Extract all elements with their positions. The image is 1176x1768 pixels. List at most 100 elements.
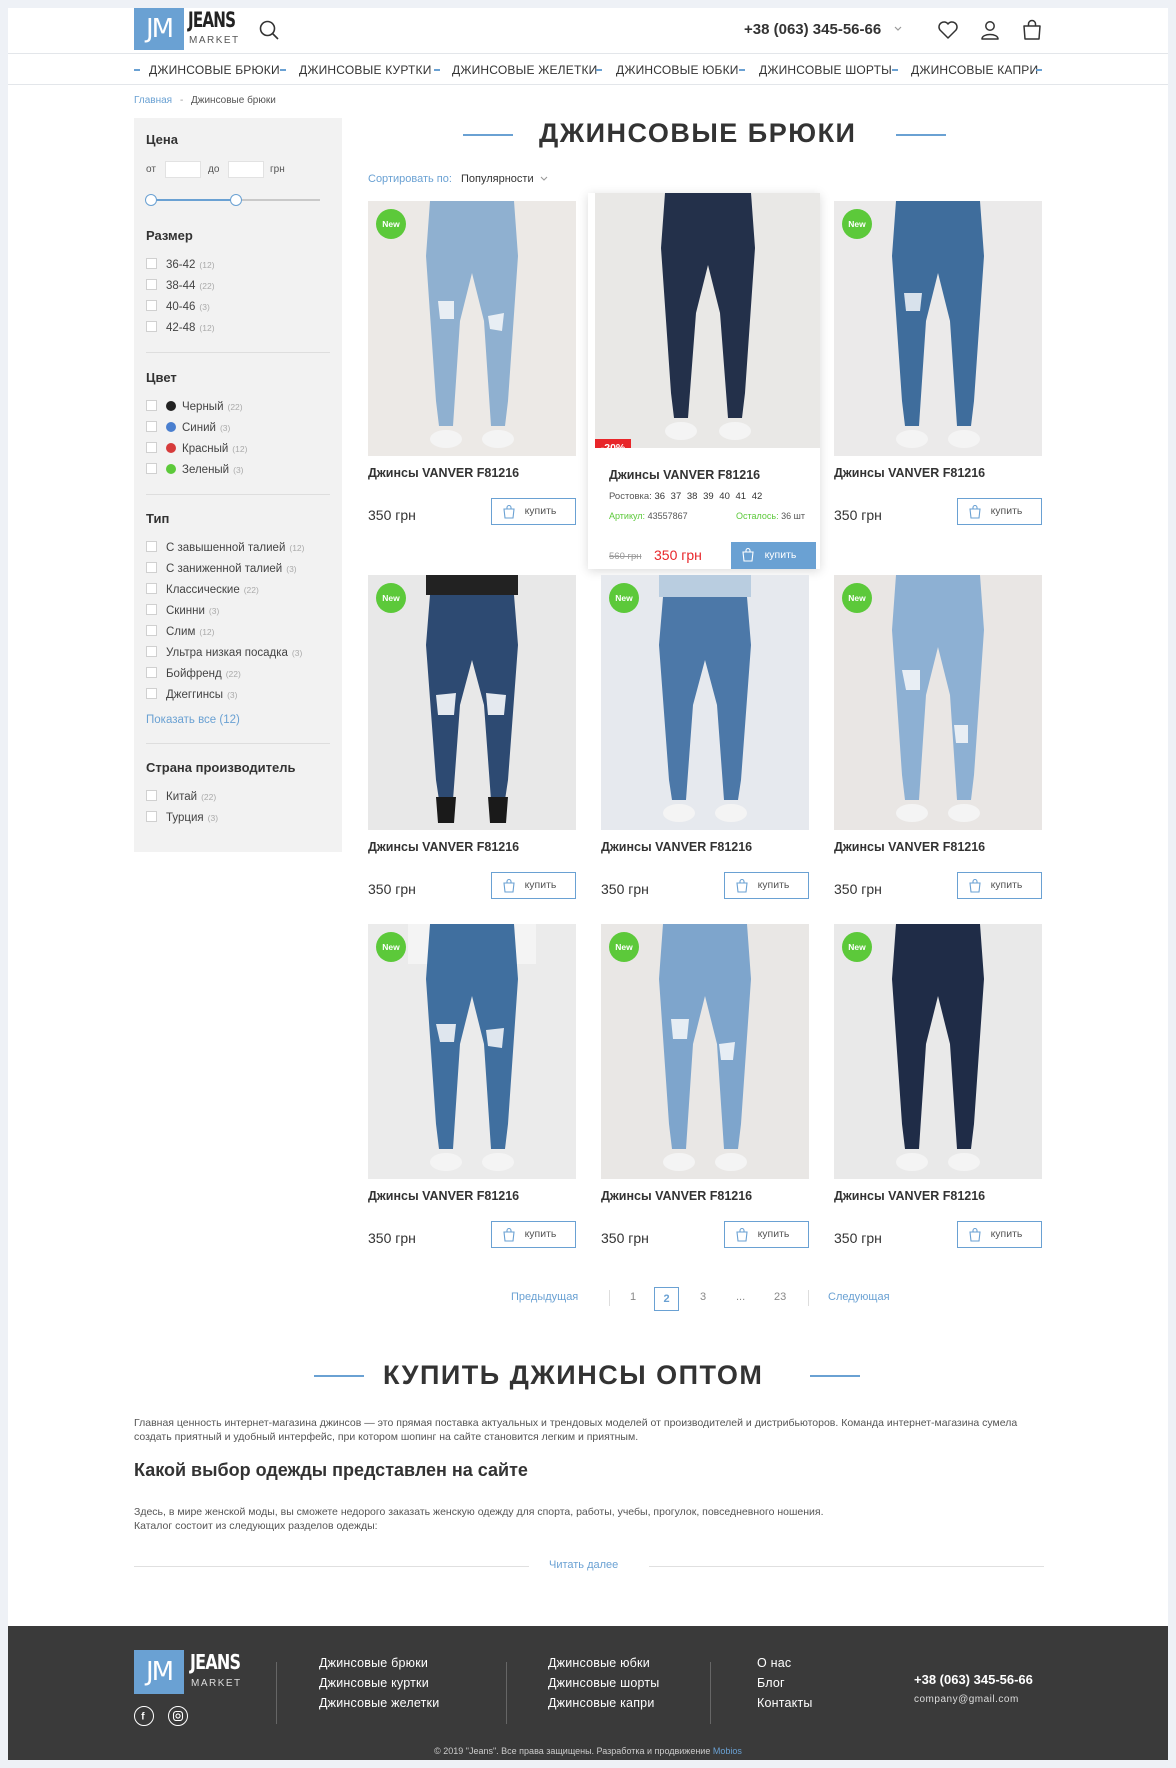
price-slider-min-handle[interactable]	[145, 194, 157, 206]
footer-link[interactable]: Контакты	[757, 1696, 813, 1710]
product-name[interactable]: Джинсы VANVER F81216	[368, 466, 519, 480]
pagination-page[interactable]: 1	[630, 1291, 636, 1303]
buy-button[interactable]: купить	[957, 872, 1042, 899]
nav-item-jackets[interactable]: ДЖИНСОВЫЕ КУРТКИ	[299, 63, 432, 77]
logo[interactable]: JM JEANS MARKET	[134, 8, 238, 50]
nav-item-skirts[interactable]: ДЖИНСОВЫЕ ЮБКИ	[616, 63, 739, 77]
pagination-page[interactable]: 23	[774, 1291, 786, 1303]
product-image[interactable]: New	[601, 924, 809, 1179]
filter-color-option[interactable]: Синий (3)	[146, 421, 230, 437]
product-name[interactable]: Джинсы VANVER F81216	[609, 468, 760, 482]
checkbox[interactable]	[146, 321, 157, 332]
filter-color-option[interactable]: Черный (22)	[146, 400, 243, 416]
filter-type-option[interactable]: Классические (22)	[146, 583, 259, 599]
product-name[interactable]: Джинсы VANVER F81216	[601, 840, 752, 854]
facebook-icon[interactable]: f	[134, 1706, 154, 1726]
chevron-down-icon[interactable]	[892, 23, 904, 35]
product-name[interactable]: Джинсы VANVER F81216	[368, 840, 519, 854]
product-card[interactable]: New Джинсы VANVER F81216 350 грн купить	[368, 575, 576, 899]
footer-link[interactable]: Джинсовые юбки	[548, 1656, 650, 1670]
product-name[interactable]: Джинсы VANVER F81216	[368, 1189, 519, 1203]
checkbox[interactable]	[146, 646, 157, 657]
product-name[interactable]: Джинсы VANVER F81216	[834, 840, 985, 854]
filter-type-option[interactable]: Джеггинсы (3)	[146, 688, 237, 704]
nav-item-pants[interactable]: ДЖИНСОВЫЕ БРЮКИ	[149, 63, 280, 77]
filter-type-option[interactable]: Бойфренд (22)	[146, 667, 241, 683]
footer-phone[interactable]: +38 (063) 345-56-66	[914, 1672, 1033, 1687]
header-phone[interactable]: +38 (063) 345-56-66	[744, 21, 881, 38]
product-image[interactable]: New	[834, 924, 1042, 1179]
nav-item-vests[interactable]: ДЖИНСОВЫЕ ЖЕЛЕТКИ	[452, 63, 598, 77]
footer-link[interactable]: О нас	[757, 1656, 791, 1670]
show-all-link[interactable]: Показать все (12)	[146, 714, 240, 726]
checkbox[interactable]	[146, 583, 157, 594]
price-to-input[interactable]	[228, 161, 264, 178]
filter-size-option[interactable]: 40-46 (3)	[146, 300, 210, 316]
filter-country-option[interactable]: Турция (3)	[146, 811, 218, 827]
footer-link[interactable]: Джинсовые куртки	[319, 1676, 429, 1690]
product-card[interactable]: New Джинсы VANVER F81216 350 грн купить	[834, 201, 1042, 525]
pagination-page[interactable]: 3	[700, 1291, 706, 1303]
filter-size-option[interactable]: 36-42 (12)	[146, 258, 215, 274]
buy-button[interactable]: купить	[491, 498, 576, 525]
footer-link[interactable]: Джинсовые брюки	[319, 1656, 428, 1670]
filter-size-option[interactable]: 38-44 (22)	[146, 279, 215, 295]
user-icon[interactable]	[978, 18, 1002, 42]
filter-color-option[interactable]: Зеленый (3)	[146, 463, 244, 479]
product-card[interactable]: New Джинсы VANVER F81216 350 грн купить	[601, 924, 809, 1248]
filter-color-option[interactable]: Красный (12)	[146, 442, 247, 458]
product-name[interactable]: Джинсы VANVER F81216	[601, 1189, 752, 1203]
filter-type-option[interactable]: С заниженной талией (3)	[146, 562, 297, 578]
product-image[interactable]: -20%	[595, 193, 820, 448]
product-name[interactable]: Джинсы VANVER F81216	[834, 1189, 985, 1203]
footer-link[interactable]: Джинсовые шорты	[548, 1676, 659, 1690]
pagination-prev[interactable]: Предыдущая	[511, 1291, 578, 1303]
checkbox[interactable]	[146, 463, 157, 474]
checkbox[interactable]	[146, 562, 157, 573]
checkbox[interactable]	[146, 442, 157, 453]
product-image[interactable]: New	[601, 575, 809, 830]
checkbox[interactable]	[146, 400, 157, 411]
product-image[interactable]: New	[834, 575, 1042, 830]
heart-icon[interactable]	[936, 18, 960, 42]
product-image[interactable]: New	[368, 201, 576, 456]
footer-logo-mark[interactable]: JM	[134, 1650, 184, 1694]
checkbox[interactable]	[146, 688, 157, 699]
buy-button[interactable]: купить	[957, 1221, 1042, 1248]
checkbox[interactable]	[146, 300, 157, 311]
checkbox[interactable]	[146, 421, 157, 432]
price-slider-max-handle[interactable]	[230, 194, 242, 206]
read-more-link[interactable]: Читать далее	[549, 1559, 618, 1571]
filter-type-option[interactable]: Ультра низкая посадка (3)	[146, 646, 302, 662]
instagram-icon[interactable]	[168, 1706, 188, 1726]
buy-button[interactable]: купить	[491, 872, 576, 899]
buy-button[interactable]: купить	[731, 542, 816, 569]
pagination-page-active[interactable]: 2	[654, 1287, 679, 1311]
developer-link[interactable]: Mobios	[713, 1746, 742, 1756]
buy-button[interactable]: купить	[957, 498, 1042, 525]
search-icon[interactable]	[258, 19, 280, 41]
product-card[interactable]: New Джинсы VANVER F81216 350 грн купить	[834, 575, 1042, 899]
checkbox[interactable]	[146, 790, 157, 801]
product-card[interactable]: New Джинсы VANVER F81216 350 грн купить	[368, 201, 576, 525]
cart-icon[interactable]	[1020, 18, 1044, 42]
checkbox[interactable]	[146, 258, 157, 269]
product-name[interactable]: Джинсы VANVER F81216	[834, 466, 985, 480]
filter-country-option[interactable]: Китай (22)	[146, 790, 216, 806]
buy-button[interactable]: купить	[724, 872, 809, 899]
footer-email[interactable]: company@gmail.com	[914, 1694, 1019, 1705]
checkbox[interactable]	[146, 625, 157, 636]
product-card[interactable]: New Джинсы VANVER F81216 350 грн купить	[601, 575, 809, 899]
filter-size-option[interactable]: 42-48 (12)	[146, 321, 215, 337]
footer-link[interactable]: Джинсовые желетки	[319, 1696, 439, 1710]
checkbox[interactable]	[146, 279, 157, 290]
checkbox[interactable]	[146, 667, 157, 678]
footer-link[interactable]: Блог	[757, 1676, 785, 1690]
pagination-next[interactable]: Следующая	[828, 1291, 890, 1303]
product-image[interactable]: New	[368, 924, 576, 1179]
sort-control[interactable]: Сортировать по: Популярности	[368, 173, 549, 185]
breadcrumb-home[interactable]: Главная	[134, 95, 172, 106]
buy-button[interactable]: купить	[724, 1221, 809, 1248]
product-image[interactable]: New	[368, 575, 576, 830]
price-from-input[interactable]	[165, 161, 201, 178]
